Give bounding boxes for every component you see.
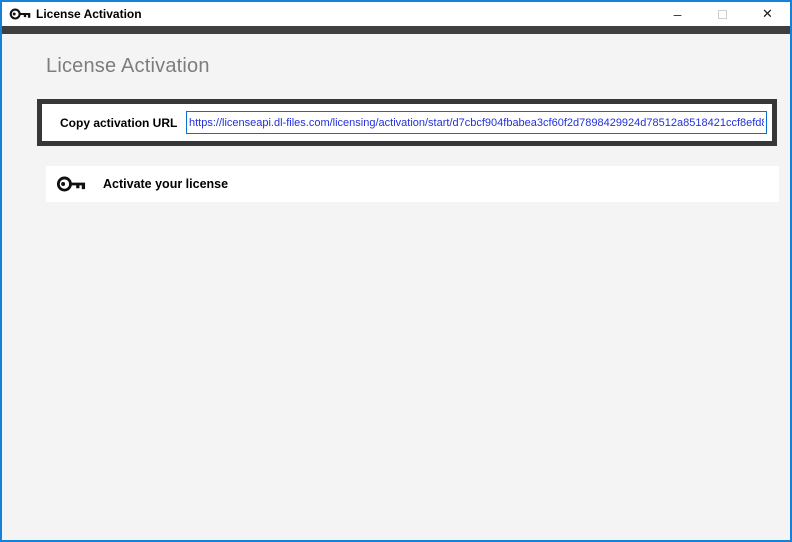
page-title: License Activation (46, 55, 210, 78)
activate-license-row[interactable]: Activate your license (46, 166, 779, 202)
minimize-icon: – (674, 9, 682, 19)
maximize-icon (718, 10, 727, 19)
license-activation-window: License Activation – ✕ License Activatio… (0, 0, 792, 542)
key-icon (56, 173, 86, 195)
key-icon (9, 6, 31, 22)
window-title: License Activation (36, 7, 142, 21)
activation-url-input[interactable] (186, 111, 767, 134)
titlebar: License Activation – ✕ (2, 2, 790, 26)
minimize-button[interactable]: – (655, 2, 700, 26)
content-area: License Activation Copy activation URL A… (2, 34, 790, 540)
activate-license-label: Activate your license (103, 177, 228, 191)
close-button[interactable]: ✕ (745, 2, 790, 26)
caption-buttons: – ✕ (655, 2, 790, 26)
copy-activation-url-box: Copy activation URL (37, 99, 777, 146)
maximize-button (700, 2, 745, 26)
copy-activation-url-label: Copy activation URL (42, 116, 186, 130)
close-icon: ✕ (762, 6, 773, 22)
titlebar-divider-band (2, 26, 790, 34)
